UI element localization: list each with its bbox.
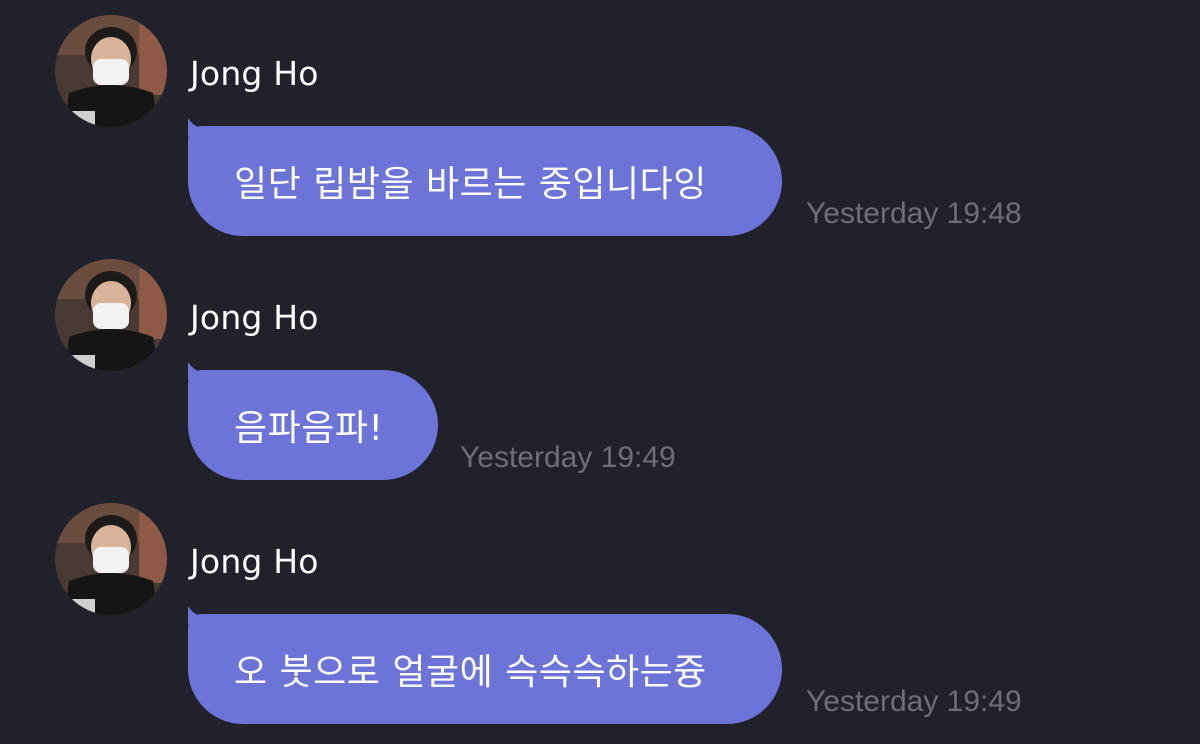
chat-history: Jong Ho 일단 립밤을 바르는 중입니다잉 Yesterday 19:48 [0,0,1200,744]
message-bubble-wrapper: 일단 립밤을 바르는 중입니다잉 [188,118,782,236]
message-bubble[interactable]: 일단 립밤을 바르는 중입니다잉 [188,126,782,236]
message-text: 일단 립밤을 바르는 중입니다잉 [234,164,707,205]
message-group: Jong Ho 음파음파! Yesterday 19:49 [0,244,1200,488]
message-timestamp: Yesterday 19:49 [806,685,1022,718]
message-bubble[interactable]: 음파음파! [188,370,438,480]
sender-name: Jong Ho [190,54,319,93]
avatar-photo-icon [55,15,167,127]
message-timestamp: Yesterday 19:48 [806,197,1022,230]
message-bubble-wrapper: 오 붓으로 얼굴에 슥슥슥하는즁 [188,606,782,724]
message-bubble-wrapper: 음파음파! [188,362,438,480]
avatar-photo-icon [55,259,167,371]
message-timestamp: Yesterday 19:49 [460,441,676,474]
message-bubble[interactable]: 오 붓으로 얼굴에 슥슥슥하는즁 [188,614,782,724]
sender-name: Jong Ho [190,542,319,581]
avatar[interactable] [55,15,167,127]
message-group: Jong Ho 일단 립밤을 바르는 중입니다잉 Yesterday 19:48 [0,0,1200,244]
avatar-photo-icon [55,503,167,615]
message-text: 오 붓으로 얼굴에 슥슥슥하는즁 [234,652,707,693]
message-text: 음파음파! [234,408,384,449]
message-group: Jong Ho 오 붓으로 얼굴에 슥슥슥하는즁 Yesterday 19:49 [0,488,1200,732]
avatar[interactable] [55,503,167,615]
avatar[interactable] [55,259,167,371]
sender-name: Jong Ho [190,298,319,337]
